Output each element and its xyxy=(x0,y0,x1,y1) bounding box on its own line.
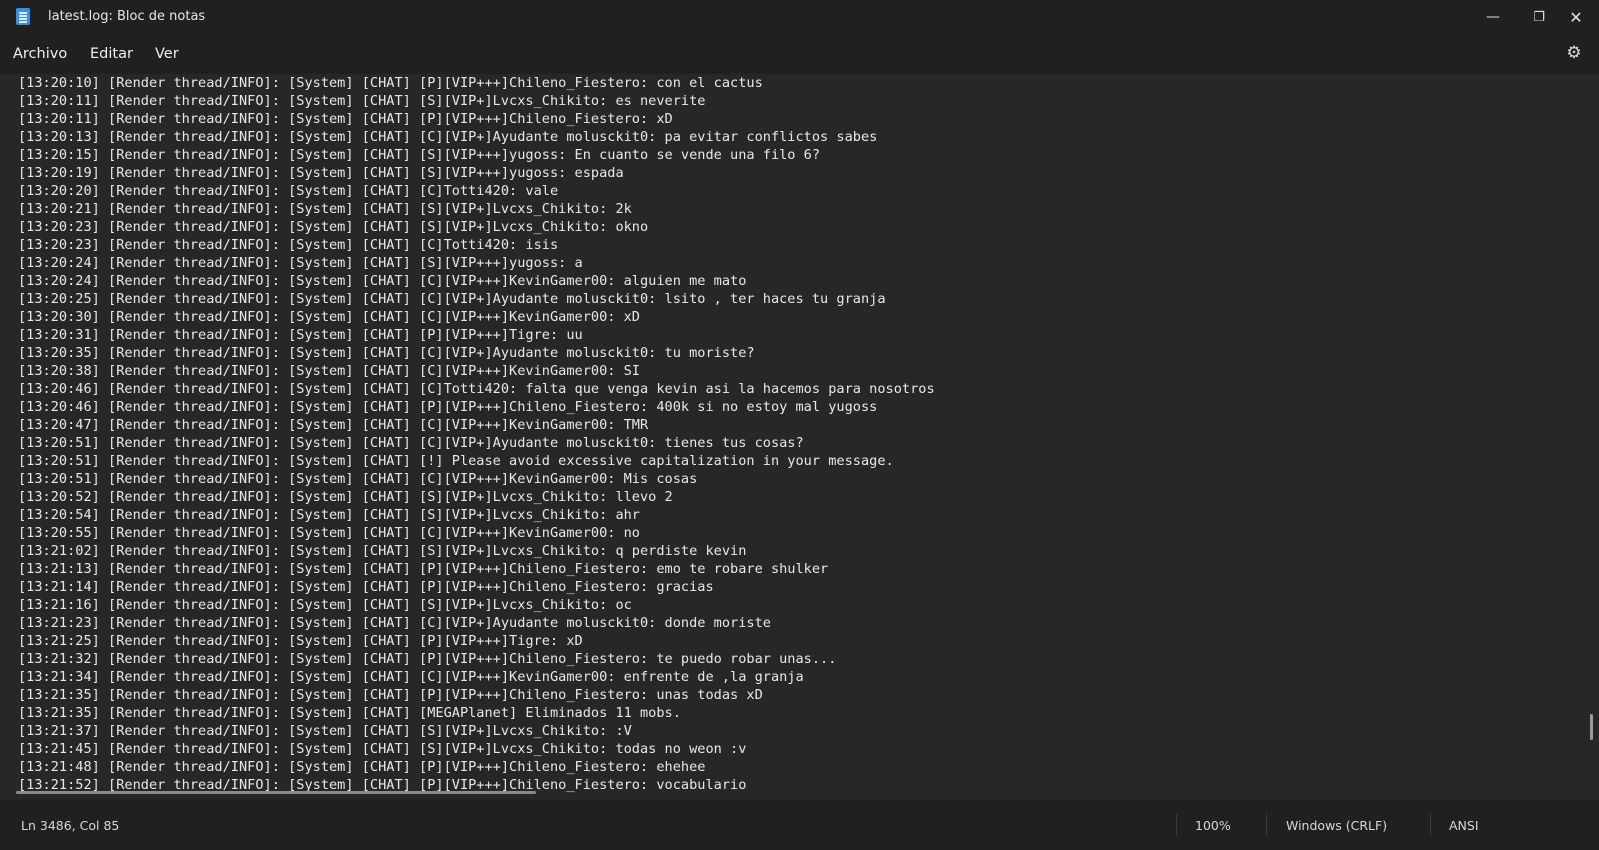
cursor-position: Ln 3486, Col 85 xyxy=(21,818,120,833)
status-bar: Ln 3486, Col 85 100% Windows (CRLF) ANSI xyxy=(0,800,1599,850)
text-line: [13:20:46] [Render thread/INFO]: [System… xyxy=(18,399,878,415)
status-divider xyxy=(1176,814,1177,836)
text-line: [13:20:13] [Render thread/INFO]: [System… xyxy=(18,129,878,145)
text-line: [13:21:13] [Render thread/INFO]: [System… xyxy=(18,561,829,577)
text-line: [13:21:35] [Render thread/INFO]: [System… xyxy=(18,687,763,703)
close-icon: ✕ xyxy=(1569,7,1583,27)
settings-button[interactable]: ⚙ xyxy=(1565,43,1583,63)
text-line: [13:21:34] [Render thread/INFO]: [System… xyxy=(18,669,804,685)
zoom-level: 100% xyxy=(1195,818,1231,833)
text-line: [13:21:35] [Render thread/INFO]: [System… xyxy=(18,705,681,721)
status-divider xyxy=(1430,814,1431,836)
text-line: [13:20:38] [Render thread/INFO]: [System… xyxy=(18,363,640,379)
text-line: [13:20:23] [Render thread/INFO]: [System… xyxy=(18,219,649,235)
status-divider xyxy=(1266,814,1267,836)
text-line: [13:20:11] [Render thread/INFO]: [System… xyxy=(18,93,706,109)
minimize-icon: — xyxy=(1486,9,1500,25)
text-line: [13:21:02] [Render thread/INFO]: [System… xyxy=(18,543,747,559)
horizontal-scrollbar-thumb[interactable] xyxy=(16,791,536,794)
text-line: [13:20:54] [Render thread/INFO]: [System… xyxy=(18,507,640,523)
text-editor[interactable]: [13:20:10] [Render thread/INFO]: [System… xyxy=(0,74,1599,800)
title-bar: latest.log: Bloc de notas — ❐ ✕ xyxy=(0,0,1599,34)
encoding: ANSI xyxy=(1449,818,1479,833)
text-line: [13:21:48] [Render thread/INFO]: [System… xyxy=(18,759,706,775)
text-line: [13:21:14] [Render thread/INFO]: [System… xyxy=(18,579,714,595)
text-line: [13:20:10] [Render thread/INFO]: [System… xyxy=(18,75,763,91)
text-line: [13:20:52] [Render thread/INFO]: [System… xyxy=(18,489,673,505)
close-button[interactable]: ✕ xyxy=(1553,0,1599,34)
text-line: [13:21:37] [Render thread/INFO]: [System… xyxy=(18,723,632,739)
menu-bar: Archivo Editar Ver xyxy=(0,34,1599,74)
text-line: [13:20:51] [Render thread/INFO]: [System… xyxy=(18,453,894,469)
notepad-app-icon xyxy=(16,8,30,25)
minimize-button[interactable]: — xyxy=(1470,0,1516,34)
menu-archivo[interactable]: Archivo xyxy=(13,46,67,62)
text-line: [13:20:51] [Render thread/INFO]: [System… xyxy=(18,471,698,487)
text-line: [13:20:46] [Render thread/INFO]: [System… xyxy=(18,381,935,397)
text-line: [13:20:11] [Render thread/INFO]: [System… xyxy=(18,111,673,127)
text-line: [13:20:24] [Render thread/INFO]: [System… xyxy=(18,273,747,289)
text-line: [13:21:45] [Render thread/INFO]: [System… xyxy=(18,741,747,757)
text-line: [13:20:15] [Render thread/INFO]: [System… xyxy=(18,147,821,163)
text-line: [13:20:20] [Render thread/INFO]: [System… xyxy=(18,183,559,199)
menu-editar[interactable]: Editar xyxy=(90,46,133,62)
restore-icon: ❐ xyxy=(1533,9,1545,25)
text-line: [13:21:25] [Render thread/INFO]: [System… xyxy=(18,633,583,649)
text-line: [13:20:35] [Render thread/INFO]: [System… xyxy=(18,345,755,361)
text-line: [13:21:16] [Render thread/INFO]: [System… xyxy=(18,597,632,613)
text-line: [13:20:24] [Render thread/INFO]: [System… xyxy=(18,255,583,271)
gear-icon: ⚙ xyxy=(1566,43,1582,63)
text-line: [13:20:19] [Render thread/INFO]: [System… xyxy=(18,165,624,181)
line-ending: Windows (CRLF) xyxy=(1286,818,1388,833)
text-line: [13:20:31] [Render thread/INFO]: [System… xyxy=(18,327,583,343)
editor-text: [13:20:10] [Render thread/INFO]: [System… xyxy=(18,74,935,794)
text-line: [13:21:23] [Render thread/INFO]: [System… xyxy=(18,615,771,631)
text-line: [13:20:21] [Render thread/INFO]: [System… xyxy=(18,201,632,217)
window-title: latest.log: Bloc de notas xyxy=(48,9,206,24)
vertical-scrollbar-thumb[interactable] xyxy=(1590,714,1593,740)
text-line: [13:20:47] [Render thread/INFO]: [System… xyxy=(18,417,649,433)
text-line: [13:20:30] [Render thread/INFO]: [System… xyxy=(18,309,640,325)
text-line: [13:20:51] [Render thread/INFO]: [System… xyxy=(18,435,804,451)
menu-ver[interactable]: Ver xyxy=(155,46,179,62)
text-line: [13:20:55] [Render thread/INFO]: [System… xyxy=(18,525,640,541)
text-line: [13:21:32] [Render thread/INFO]: [System… xyxy=(18,651,837,667)
text-line: [13:20:25] [Render thread/INFO]: [System… xyxy=(18,291,886,307)
text-line: [13:20:23] [Render thread/INFO]: [System… xyxy=(18,237,559,253)
